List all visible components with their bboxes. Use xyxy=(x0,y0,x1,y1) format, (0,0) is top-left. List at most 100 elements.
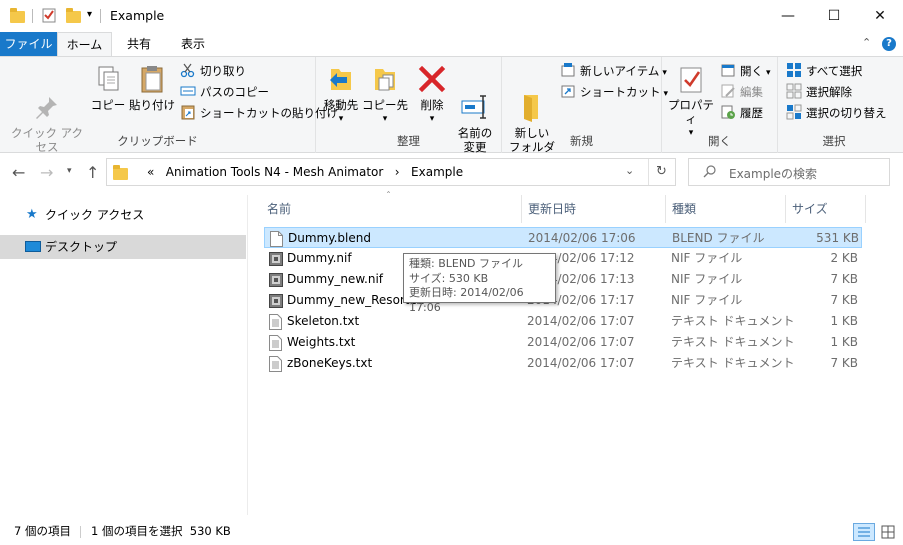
close-button[interactable]: ✕ xyxy=(857,0,903,32)
tab-home[interactable]: ホーム xyxy=(57,32,112,56)
tab-view[interactable]: 表示 xyxy=(166,32,220,56)
customize-dropdown-icon[interactable]: ▾ xyxy=(87,9,92,27)
breadcrumb: « Animation Tools N4 - Mesh Animator › E… xyxy=(147,165,463,179)
title-bar: ▾ Example — ☐ ✕ xyxy=(0,0,903,32)
forward-arrow-icon[interactable]: → xyxy=(40,163,53,182)
column-header-name[interactable]: 名前 xyxy=(261,195,522,223)
refresh-icon[interactable]: ↻ xyxy=(656,164,667,179)
tab-file[interactable]: ファイル xyxy=(0,32,57,56)
address-dropdown-chevron-icon[interactable]: ⌄ xyxy=(625,164,634,177)
search-box[interactable]: Exampleの検索 xyxy=(688,158,890,186)
sidebar-item-desktop[interactable]: デスクトップ xyxy=(0,235,246,259)
sidebar-item-quick-access[interactable]: ★ クイック アクセス xyxy=(0,203,246,227)
divider xyxy=(80,526,81,538)
copy-to-button[interactable]: コピー先 ▾ xyxy=(362,63,408,126)
history-icon xyxy=(720,104,736,120)
breadcrumb-separator-icon[interactable]: › xyxy=(395,165,400,179)
cut-button[interactable]: 切り取り xyxy=(180,61,246,81)
tab-share[interactable]: 共有 xyxy=(112,32,166,56)
copy-icon xyxy=(92,63,124,95)
file-name: zBoneKeys.txt xyxy=(287,356,373,370)
maximize-button[interactable]: ☐ xyxy=(811,0,857,32)
file-type: BLEND ファイル xyxy=(672,231,765,245)
file-row[interactable]: zBoneKeys.txt 2014/02/06 17:07 テキスト ドキュメント… xyxy=(264,353,862,374)
properties-button[interactable]: プロパティ ▾ xyxy=(666,63,716,140)
edit-button[interactable]: 編集 xyxy=(720,82,763,102)
open-group-label: 開く xyxy=(708,134,731,148)
select-none-button[interactable]: 選択解除 xyxy=(786,82,852,102)
delete-button[interactable]: 削除 ▾ xyxy=(412,63,452,126)
item-count: 7 個の項目 xyxy=(14,524,71,538)
new-item-label: 新しいアイテム xyxy=(580,64,660,78)
text-file-icon xyxy=(269,356,282,372)
copy-path-label: パスのコピー xyxy=(200,85,269,99)
breadcrumb-item[interactable]: Example xyxy=(411,165,463,179)
clipboard-group: クイック アクセス にピン留めする コピー 貼り付け 切り取り パスのコピー シ… xyxy=(0,57,338,168)
new-item-button[interactable]: 新しいアイテム ▾ xyxy=(560,61,667,81)
recent-locations-chevron-icon[interactable]: ▾ xyxy=(67,166,72,176)
file-size: 2 KB xyxy=(830,251,858,265)
chevron-down-icon: ▾ xyxy=(429,114,435,124)
move-to-button[interactable]: 移動先 ▾ xyxy=(320,63,362,126)
minimize-button[interactable]: — xyxy=(765,0,811,32)
help-icon[interactable]: ? xyxy=(882,37,896,51)
clipboard-group-label: クリップボード xyxy=(117,134,198,148)
text-file-icon xyxy=(269,314,282,330)
shortcut-icon xyxy=(560,83,576,99)
file-row[interactable]: Dummy_new.nif 2014/02/06 17:13 NIF ファイル 7 K… xyxy=(264,269,862,290)
select-group: すべて選択 選択解除 選択の切り替え 選択 xyxy=(778,57,890,153)
file-row[interactable]: Dummy.nif 2014/02/06 17:12 NIF ファイル 2 KB xyxy=(264,248,862,269)
open-button[interactable]: 開く ▾ xyxy=(720,61,771,81)
status-bar: 7 個の項目 1 個の項目を選択 530 KB xyxy=(0,518,903,545)
copy-path-button[interactable]: パスのコピー xyxy=(180,82,269,102)
file-type: NIF ファイル xyxy=(671,272,743,286)
paste-button[interactable]: 貼り付け xyxy=(128,63,176,112)
chevron-down-icon: ▾ xyxy=(382,114,388,124)
collapse-ribbon-icon[interactable]: ⌃ xyxy=(862,36,871,49)
back-arrow-icon[interactable]: ← xyxy=(12,163,25,182)
file-list: ˆ 名前 更新日時 種類 サイズ Dummy.blend 2014/02/06 1… xyxy=(248,191,903,515)
file-row[interactable]: Dummy.blend 2014/02/06 17:06 BLEND ファイル 531… xyxy=(264,227,862,248)
address-bar[interactable]: « Animation Tools N4 - Mesh Animator › E… xyxy=(106,158,676,186)
column-header-date[interactable]: 更新日時 xyxy=(522,195,666,223)
search-input[interactable]: Exampleの検索 xyxy=(729,165,817,182)
file-row[interactable]: Weights.txt 2014/02/06 17:07 テキスト ドキュメント 1 … xyxy=(264,332,862,353)
file-type: NIF ファイル xyxy=(671,251,743,265)
up-arrow-icon[interactable]: ↑ xyxy=(86,163,99,182)
breadcrumb-item[interactable]: Animation Tools N4 - Mesh Animator xyxy=(166,165,384,179)
file-date: 2014/02/06 17:06 xyxy=(528,231,636,245)
paste-shortcut-icon xyxy=(180,104,196,120)
scissors-icon xyxy=(180,62,196,78)
open-label: 開く xyxy=(740,64,763,78)
file-row[interactable]: Skeleton.txt 2014/02/06 17:07 テキスト ドキュメント 1… xyxy=(264,311,862,332)
delete-label: 削除 xyxy=(420,98,444,112)
file-name: Weights.txt xyxy=(287,335,356,349)
ribbon: クイック アクセス にピン留めする コピー 貼り付け 切り取り パスのコピー シ… xyxy=(0,56,903,168)
open-group: プロパティ ▾ 開く ▾ 編集 履歴 開く xyxy=(662,57,778,153)
copy-button[interactable]: コピー xyxy=(88,63,128,112)
file-row[interactable]: Dummy_new_Resorted 2014/02/06 17:17 NIF ファ… xyxy=(264,290,862,311)
selection-info: 1 個の項目を選択 530 KB xyxy=(91,524,231,538)
new-group: 新しい フォルダー 新しいアイテム▾ ショートカット▾ 新規 xyxy=(502,57,668,168)
rename-icon xyxy=(459,77,491,119)
select-all-button[interactable]: すべて選択 xyxy=(786,61,862,81)
column-header-type[interactable]: 種類 xyxy=(666,195,786,223)
tooltip-size: サイズ: 530 KB xyxy=(409,271,489,285)
new-folder-icon xyxy=(516,77,548,122)
invert-selection-button[interactable]: 選択の切り替え xyxy=(786,103,887,123)
breadcrumb-overflow[interactable]: « xyxy=(147,165,154,179)
column-header-size[interactable]: サイズ xyxy=(786,195,866,223)
large-icons-view-icon[interactable] xyxy=(879,523,897,541)
paste-shortcut-button[interactable]: ショートカットの貼り付け xyxy=(180,103,338,123)
paste-label: 貼り付け xyxy=(129,98,175,112)
file-size: 7 KB xyxy=(830,293,858,307)
history-label: 履歴 xyxy=(740,106,763,120)
properties-icon xyxy=(675,63,707,95)
invert-selection-label: 選択の切り替え xyxy=(806,106,887,120)
tooltip-type: 種類: BLEND ファイル xyxy=(409,257,524,270)
easy-access-button[interactable]: ショートカット ▾ xyxy=(560,82,668,102)
history-button[interactable]: 履歴 xyxy=(720,103,763,123)
properties-check-icon[interactable] xyxy=(42,7,56,23)
details-view-icon[interactable] xyxy=(853,523,875,541)
pin-icon xyxy=(31,77,63,119)
